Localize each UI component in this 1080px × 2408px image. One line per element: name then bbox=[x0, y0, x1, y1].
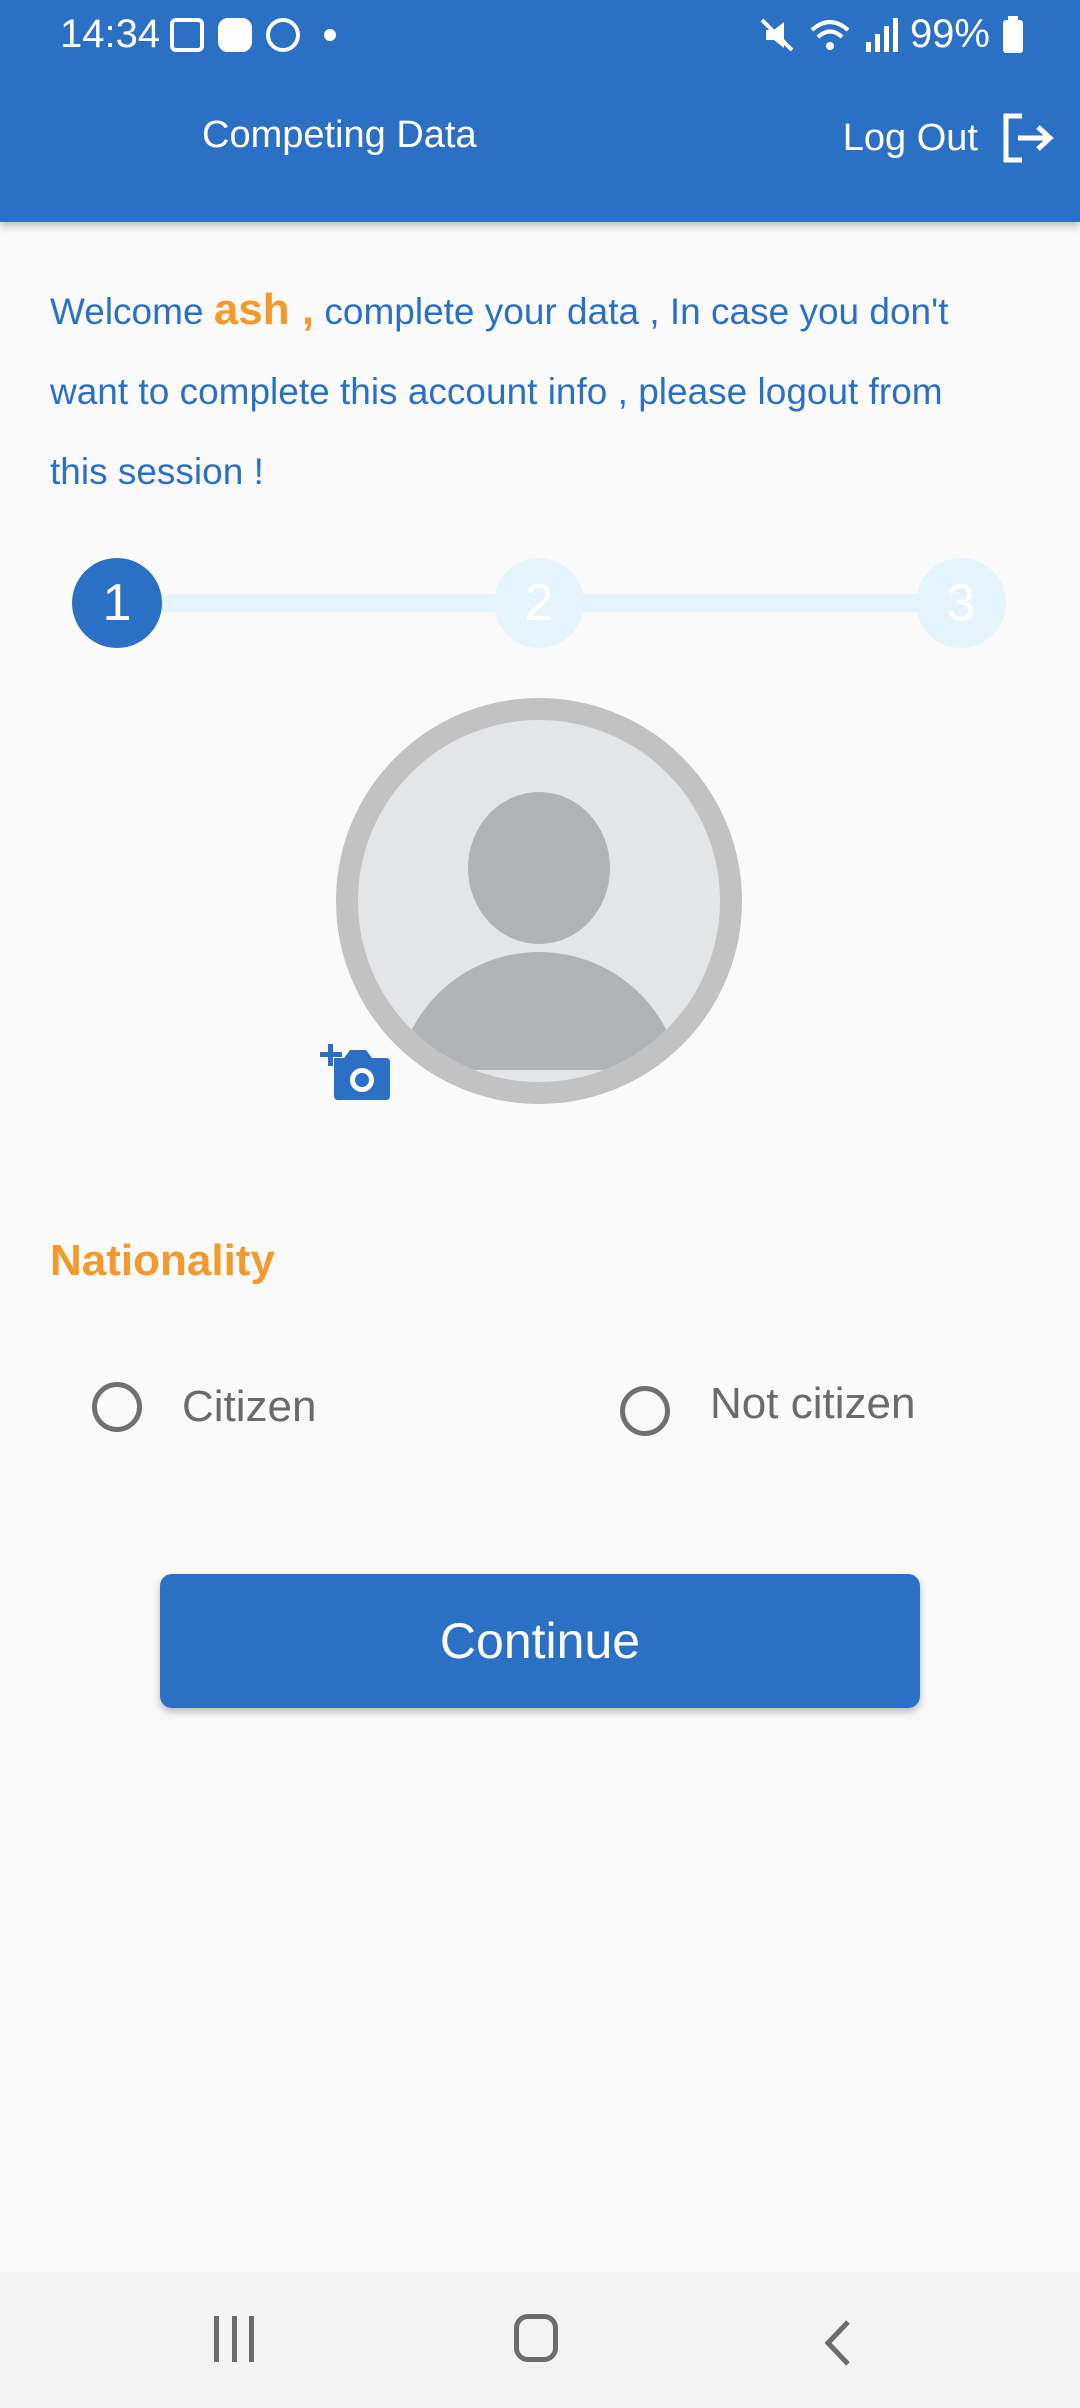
signal-icon bbox=[865, 17, 898, 52]
radio-label-citizen: Citizen bbox=[182, 1382, 317, 1431]
avatar-band bbox=[358, 1070, 720, 1082]
step-2: 2 bbox=[494, 558, 584, 648]
profile-avatar[interactable] bbox=[336, 698, 742, 1104]
page-title: Competing Data bbox=[202, 114, 477, 156]
radio-not-citizen[interactable]: Not citizen bbox=[620, 1372, 915, 1436]
step-1: 1 bbox=[72, 558, 162, 648]
radio-citizen[interactable]: Citizen bbox=[92, 1382, 317, 1432]
avatar-head bbox=[468, 792, 610, 944]
wifi-icon bbox=[810, 19, 850, 50]
recent-apps-button[interactable] bbox=[214, 2316, 254, 2362]
status-time: 14:34 bbox=[60, 12, 161, 56]
system-icons: 99% bbox=[758, 12, 1024, 57]
sync-icon bbox=[266, 18, 300, 52]
logout-icon bbox=[1003, 113, 1054, 163]
app-bar: 14:34 99% Competing Data Log Out bbox=[0, 0, 1080, 222]
radio-label-not-citizen: Not citizen bbox=[710, 1379, 916, 1428]
continue-button[interactable]: Continue bbox=[160, 1574, 920, 1708]
mute-icon bbox=[760, 18, 794, 51]
logout-label: Log Out bbox=[842, 116, 978, 159]
gallery-icon bbox=[170, 18, 204, 52]
logout-button[interactable]: Log Out bbox=[843, 110, 1056, 166]
more-notifications-icon bbox=[324, 29, 336, 41]
radio-circle bbox=[92, 1382, 142, 1432]
system-nav-bar bbox=[0, 2272, 1080, 2408]
welcome-message: Welcome ash , complete your data , In ca… bbox=[50, 270, 1010, 512]
status-bar: 14:34 99% bbox=[0, 0, 1080, 72]
app-notification-icon bbox=[218, 18, 252, 52]
add-photo-icon[interactable] bbox=[320, 1036, 392, 1102]
welcome-prefix: Welcome bbox=[50, 291, 214, 332]
radio-circle bbox=[620, 1386, 670, 1436]
battery-percent: 99% bbox=[909, 12, 990, 56]
back-button[interactable] bbox=[820, 2318, 854, 2368]
user-name: ash , bbox=[213, 285, 315, 334]
nationality-label: Nationality bbox=[50, 1236, 275, 1285]
battery-icon bbox=[1003, 15, 1023, 53]
notification-icons bbox=[170, 18, 336, 52]
step-3: 3 bbox=[916, 558, 1006, 648]
home-button[interactable] bbox=[514, 2314, 558, 2362]
